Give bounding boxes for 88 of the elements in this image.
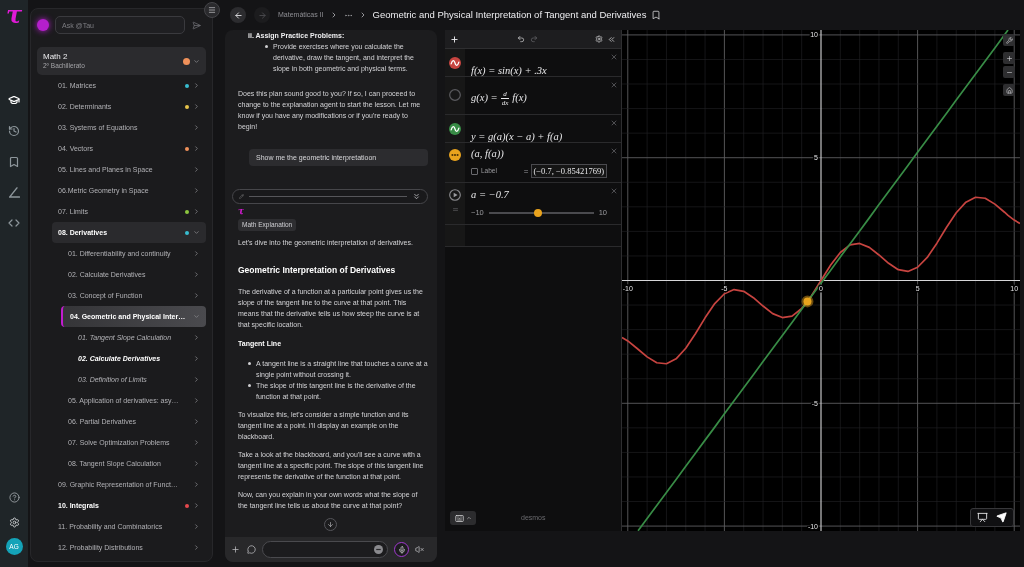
sidebar-toggle-button[interactable] [204,2,220,18]
hollow-circle-icon[interactable] [449,89,461,101]
label-checkbox[interactable] [471,167,478,175]
bullet-icon [248,362,251,365]
zoom-in-button[interactable] [1003,52,1015,64]
settings-icon[interactable] [8,517,20,528]
code-icon[interactable] [8,217,20,229]
pencil-icon [239,194,244,199]
chevron-right-icon [193,544,200,551]
chevron-right-icon [193,502,200,509]
bookmark-icon[interactable] [651,10,662,20]
chevron-right-icon [193,187,200,194]
chevron-right-icon [193,271,200,278]
math-expression[interactable]: a = −0.7 [471,189,607,201]
home-button[interactable] [1003,84,1015,96]
minus-circle-icon[interactable] [374,545,383,554]
scroll-down-button[interactable] [324,518,337,531]
chevron-right-icon [193,250,200,257]
section-heading: Geometric Interpretation of Derivatives [238,264,397,276]
chat-bubble-icon[interactable] [247,545,256,554]
math-expression[interactable]: y = g(a)(x − a) + f(a) [471,131,563,142]
wave-toggle-icon[interactable] [449,123,461,135]
undo-icon[interactable] [516,35,525,43]
chevron-right-icon [193,523,200,530]
wrench-button[interactable] [1003,34,1015,46]
graduation-cap-icon[interactable] [8,94,20,106]
chevron-down-icon [193,57,200,65]
menu-icon [208,6,216,14]
arrow-left-icon [233,10,243,20]
collapse-icon[interactable] [607,34,616,44]
chevron-right-icon [193,376,200,383]
point-marker[interactable] [801,295,814,308]
caret-up-icon [465,515,472,521]
arrow-right-icon [257,10,267,20]
home-icon [1005,86,1013,94]
history-icon[interactable] [8,125,20,137]
bullet-icon [265,45,268,48]
chevron-right-icon [193,103,200,110]
plus-icon [1005,54,1013,62]
zoom-out-button[interactable] [1003,66,1015,78]
chevron-right-icon [193,460,200,467]
agent-logo: τ [238,207,245,216]
slider-thumb[interactable] [533,208,542,217]
course-title: Math 2 [43,52,69,62]
chevron-right-icon [193,124,200,131]
logo: τ [5,2,23,28]
bookmark-icon[interactable] [8,156,20,168]
arrow-down-icon [327,521,334,528]
speaker-muted-icon[interactable] [415,545,424,554]
plus-icon[interactable] [450,34,459,44]
back-button[interactable] [230,7,246,23]
angle-icon[interactable] [8,187,20,198]
equals-sign: = [523,166,529,176]
math-expression[interactable]: (a, f(a)) [471,148,607,160]
chevron-down-icon [193,229,200,236]
settings-icon[interactable] [595,35,603,43]
chevron-down-icon [193,313,200,320]
keyboard-icon [454,513,464,523]
keyboard-button[interactable] [450,511,476,525]
chevron-right-icon [193,355,200,362]
chevron-right-icon [193,82,200,89]
chevron-right-icon [193,208,200,215]
point-style-icon[interactable] [449,149,461,161]
chevron-right-icon [193,292,200,299]
wrench-icon [1005,36,1013,44]
chevron-right-icon [193,481,200,488]
math-expression[interactable]: f(x) = sin(x) + .3x [471,65,547,76]
page-title: Geometric and Physical Interpretation of Tangent and Derivatives [372,7,647,22]
plus-icon[interactable] [231,545,240,554]
avatar-icon [37,19,49,31]
chevron-right-icon [193,418,200,425]
chevrons-down-icon [412,192,421,201]
microphone-icon [397,545,406,554]
microphone-button[interactable] [394,542,409,557]
point-value: (−0.7, −0.85421769) [530,164,607,178]
play-icon[interactable] [449,189,461,201]
presentation-icon[interactable] [977,512,988,523]
help-icon[interactable] [8,492,20,503]
bullet-icon [248,384,251,387]
slider-track[interactable] [488,211,594,214]
chevron-right-icon [193,166,200,173]
message-field[interactable] [262,541,388,558]
reasoning-bar[interactable] [232,189,428,204]
chevron-right-icon [193,439,200,446]
chevron-right-icon [193,397,200,404]
chevron-right-icon [193,334,200,341]
wave-toggle-icon[interactable] [449,57,461,69]
chevron-right-icon [193,145,200,152]
